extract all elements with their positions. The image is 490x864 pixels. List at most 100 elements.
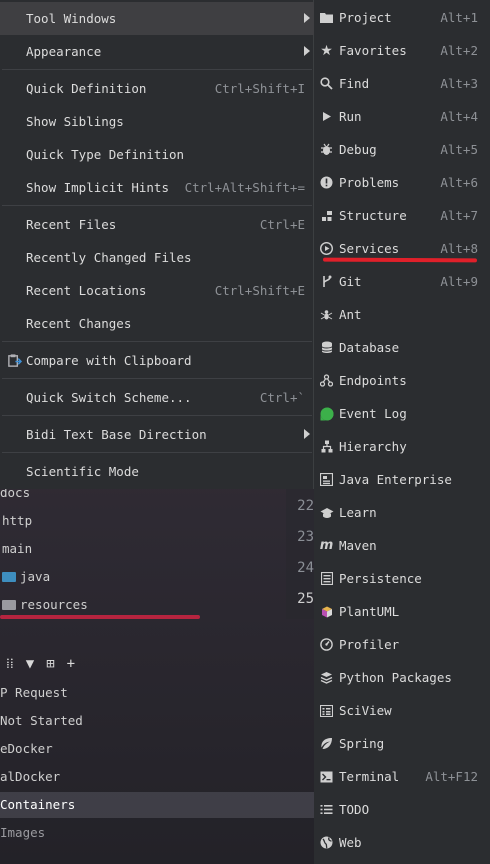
tree-item-http[interactable]: http [2,507,32,535]
view-menu: Tool Windows Appearance Quick Definition… [0,0,314,489]
tool-window-profiler[interactable]: Profiler [314,628,490,661]
tree-item-label: resources [20,597,88,612]
tool-window-run[interactable]: Run Alt+4 [314,100,490,133]
tool-window-structure[interactable]: Structure Alt+7 [314,199,490,232]
line-number: 22 [297,498,314,514]
tool-windows-submenu: Project Alt+1 ★ Favorites Alt+2 Find Alt+3 R… [314,0,490,864]
menu-item-label: Recent Locations [26,283,147,298]
shortcut-label: Ctrl+Shift+E [214,283,305,298]
tool-window-git[interactable]: Git Alt+9 [314,265,490,298]
tool-window-sciview[interactable]: SciView [314,694,490,727]
tool-window-python-packages[interactable]: Python Packages [314,661,490,694]
shortcut-label: Ctrl+Alt+Shift+= [184,180,305,195]
shortcut-label: Alt+9 [440,274,478,289]
new-tab-icon[interactable]: ⊞ [46,656,54,672]
menu-item-label: Quick Type Definition [26,147,185,162]
shortcut-label: Alt+8 [440,241,478,256]
menu-item-recent-locations[interactable]: Recent Locations Ctrl+Shift+E [0,274,314,307]
tool-window-web[interactable]: Web [314,826,490,859]
menu-item-label: Quick Switch Scheme... [26,390,192,405]
service-row[interactable]: Containers [0,791,75,819]
tool-window-debug[interactable]: Debug Alt+5 [314,133,490,166]
menu-item-label: Appearance [26,44,102,59]
shortcut-label: Alt+3 [440,76,478,91]
tool-window-hierarchy[interactable]: Hierarchy [314,430,490,463]
tool-window-ant[interactable]: Ant [314,298,490,331]
menu-item-label: TODO [339,802,370,817]
menu-item-label: Compare with Clipboard [26,353,192,368]
menu-item-tool-windows[interactable]: Tool Windows [0,2,314,35]
tool-window-learn[interactable]: Learn [314,496,490,529]
menu-item-label: Recent Changes [26,316,132,331]
tree-item-main[interactable]: main [2,535,32,563]
tool-window-maven[interactable]: m Maven [314,529,490,562]
python-packages-icon [319,670,334,685]
menu-item-recent-files[interactable]: Recent Files Ctrl+E [0,208,314,241]
service-row[interactable]: P Request [0,679,68,707]
service-row[interactable]: eDocker [0,735,53,763]
menu-item-quick-definition[interactable]: Quick Definition Ctrl+Shift+I [0,72,314,105]
database-icon [319,340,334,355]
resources-folder-icon [2,600,16,610]
tool-window-endpoints[interactable]: Endpoints [314,364,490,397]
shortcut-label: Alt+1 [440,10,478,25]
menu-item-label: Quick Definition [26,81,147,96]
add-icon[interactable]: + [67,656,75,672]
structure-icon [319,208,334,223]
tool-window-find[interactable]: Find Alt+3 [314,67,490,100]
menu-item-label: SciView [339,703,392,718]
menu-item-label: Scientific Mode [26,464,139,479]
menu-item-quick-type-definition[interactable]: Quick Type Definition [0,138,314,171]
filter-icon[interactable]: ▼ [26,656,34,672]
menu-item-quick-switch-scheme[interactable]: Quick Switch Scheme... Ctrl+` [0,381,314,414]
hierarchy-icon [319,439,334,454]
folder-icon [319,10,334,25]
menu-item-show-siblings[interactable]: Show Siblings [0,105,314,138]
menu-item-label: Web [339,835,362,850]
plantuml-icon [319,604,334,619]
menu-item-recently-changed-files[interactable]: Recently Changed Files [0,241,314,274]
menu-item-appearance[interactable]: Appearance [0,35,314,68]
service-row[interactable]: Not Started [0,707,83,735]
menu-item-bidi-text-base-direction[interactable]: Bidi Text Base Direction [0,418,314,451]
bug-icon [319,142,334,157]
tree-item-java[interactable]: java [2,563,50,591]
profiler-icon [319,637,334,652]
service-row[interactable]: Images [0,819,45,847]
warning-icon [319,175,334,190]
group-icon[interactable]: ⁞⁞ [6,656,14,673]
menu-item-label: Java Enterprise [339,472,452,487]
service-row[interactable]: alDocker [0,763,60,791]
star-icon: ★ [320,42,333,59]
menu-item-label: Learn [339,505,377,520]
submenu-arrow-icon [304,13,310,23]
tool-window-database[interactable]: Database [314,331,490,364]
tool-window-terminal[interactable]: Terminal Alt+F12 [314,760,490,793]
submenu-arrow-icon [304,429,310,439]
shortcut-label: Ctrl+Shift+I [214,81,305,96]
menu-item-show-implicit-hints[interactable]: Show Implicit Hints Ctrl+Alt+Shift+= [0,171,314,204]
tool-window-plantuml[interactable]: PlantUML [314,595,490,628]
tool-window-problems[interactable]: Problems Alt+6 [314,166,490,199]
menu-item-label: Bidi Text Base Direction [26,427,207,442]
search-icon [319,76,334,91]
menu-item-label: Terminal [339,769,400,784]
annotation-underline [322,257,478,263]
tool-window-todo[interactable]: TODO [314,793,490,826]
tool-window-favorites[interactable]: ★ Favorites Alt+2 [314,34,490,67]
menu-item-label: Run [339,109,362,124]
menu-item-label: Maven [339,538,377,553]
tool-window-persistence[interactable]: Persistence [314,562,490,595]
shortcut-label: Alt+4 [440,109,478,124]
menu-item-label: Persistence [339,571,422,586]
menu-item-compare-with-clipboard[interactable]: Compare with Clipboard [0,344,314,377]
tool-window-spring[interactable]: Spring [314,727,490,760]
tool-window-event-log[interactable]: Event Log [314,397,490,430]
tool-window-project[interactable]: Project Alt+1 [314,1,490,34]
shortcut-label: Alt+7 [440,208,478,223]
tool-window-java-enterprise[interactable]: Java Enterprise [314,463,490,496]
menu-item-label: Show Siblings [26,114,124,129]
menu-item-scientific-mode[interactable]: Scientific Mode [0,455,314,488]
shortcut-label: Ctrl+E [259,217,305,232]
menu-item-recent-changes[interactable]: Recent Changes [0,307,314,340]
